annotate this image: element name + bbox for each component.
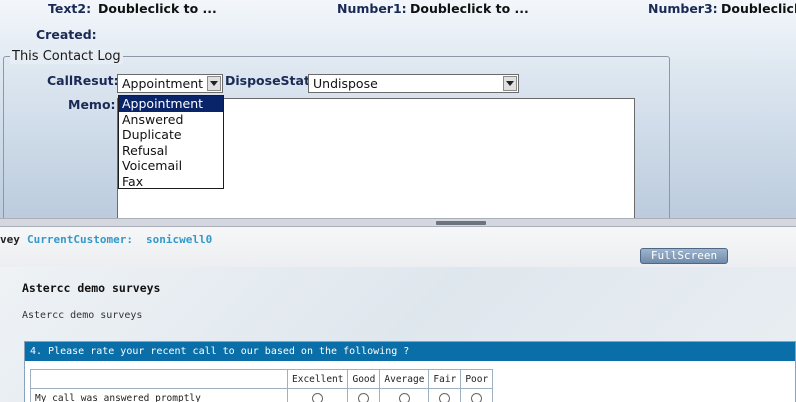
rating-corner-cell — [30, 369, 288, 389]
dispose-status-label: DisposeStatu — [225, 73, 319, 88]
survey-pane: vey CurrentCustomer: sonicwell0 FullScre… — [0, 227, 796, 402]
dispose-status-select[interactable]: Undispose — [308, 74, 519, 93]
survey-description: Astercc demo surveys — [22, 310, 143, 321]
survey-question-box: 4. Please rate your recent call to our b… — [24, 341, 796, 402]
rating-cell — [379, 388, 430, 402]
current-customer-label: CurrentCustomer: — [27, 233, 133, 246]
splitter-grip-handle[interactable] — [436, 221, 486, 225]
radio-excellent[interactable] — [312, 392, 324, 402]
number3-label: Number3: — [648, 1, 718, 16]
pane-splitter[interactable] — [0, 218, 796, 227]
memo-label: Memo: — [68, 97, 116, 112]
rating-cell — [347, 388, 381, 402]
fullscreen-button[interactable]: FullScreen — [640, 248, 728, 264]
question-header: 4. Please rate your recent call to our b… — [25, 342, 795, 361]
current-customer-value: sonicwell0 — [146, 233, 213, 246]
rating-col-poor: Poor — [460, 369, 494, 389]
callresult-dropdown-list: Appointment Answered Duplicate Refusal V… — [118, 95, 224, 189]
survey-toolbar: vey CurrentCustomer: sonicwell0 FullScre… — [0, 227, 796, 267]
callresult-select[interactable]: Appointment — [117, 74, 223, 93]
survey-tab-label[interactable]: vey — [0, 233, 20, 246]
rating-row-label: My call was answered promptly — [30, 388, 288, 402]
dropdown-option-appointment[interactable]: Appointment — [119, 96, 223, 112]
rating-cell — [286, 388, 349, 402]
rating-cell — [428, 388, 462, 402]
text2-value[interactable]: Doubleclick to ... — [98, 1, 217, 16]
callresult-selected-value: Appointment — [122, 76, 204, 91]
dropdown-option-voicemail[interactable]: Voicemail — [119, 158, 223, 174]
radio-average[interactable] — [398, 392, 410, 402]
number3-value[interactable]: Doubleclick — [721, 1, 796, 16]
radio-fair[interactable] — [439, 392, 451, 402]
number1-label: Number1: — [337, 1, 407, 16]
callresult-label: CallResut: — [47, 73, 119, 88]
radio-good[interactable] — [358, 392, 370, 402]
dropdown-option-fax[interactable]: Fax — [119, 174, 223, 190]
rating-cell — [460, 388, 494, 402]
created-label: Created: — [36, 27, 97, 42]
text2-label: Text2: — [48, 1, 92, 16]
contact-log-legend: This Contact Log — [10, 49, 123, 64]
rating-header-row: Excellent Good Average Fair Poor — [30, 369, 494, 389]
radio-poor[interactable] — [471, 392, 483, 402]
dropdown-option-duplicate[interactable]: Duplicate — [119, 127, 223, 143]
rating-col-excellent: Excellent — [286, 369, 349, 389]
survey-title: Astercc demo surveys — [22, 281, 161, 295]
contact-form-pane: Text2: Doubleclick to ... Number1: Doubl… — [0, 0, 796, 222]
survey-body: Astercc demo surveys Astercc demo survey… — [0, 267, 796, 402]
dropdown-option-answered[interactable]: Answered — [119, 112, 223, 128]
rating-col-average: Average — [379, 369, 430, 389]
table-row: My call was answered promptly — [30, 388, 494, 402]
number1-value[interactable]: Doubleclick to ... — [410, 1, 529, 16]
rating-col-fair: Fair — [428, 369, 462, 389]
chevron-down-icon[interactable] — [207, 76, 221, 91]
dropdown-option-refusal[interactable]: Refusal — [119, 143, 223, 159]
rating-table: Excellent Good Average Fair Poor My call… — [30, 369, 494, 402]
chevron-down-icon[interactable] — [503, 76, 517, 91]
dispose-status-selected-value: Undispose — [313, 76, 378, 91]
rating-col-good: Good — [347, 369, 381, 389]
